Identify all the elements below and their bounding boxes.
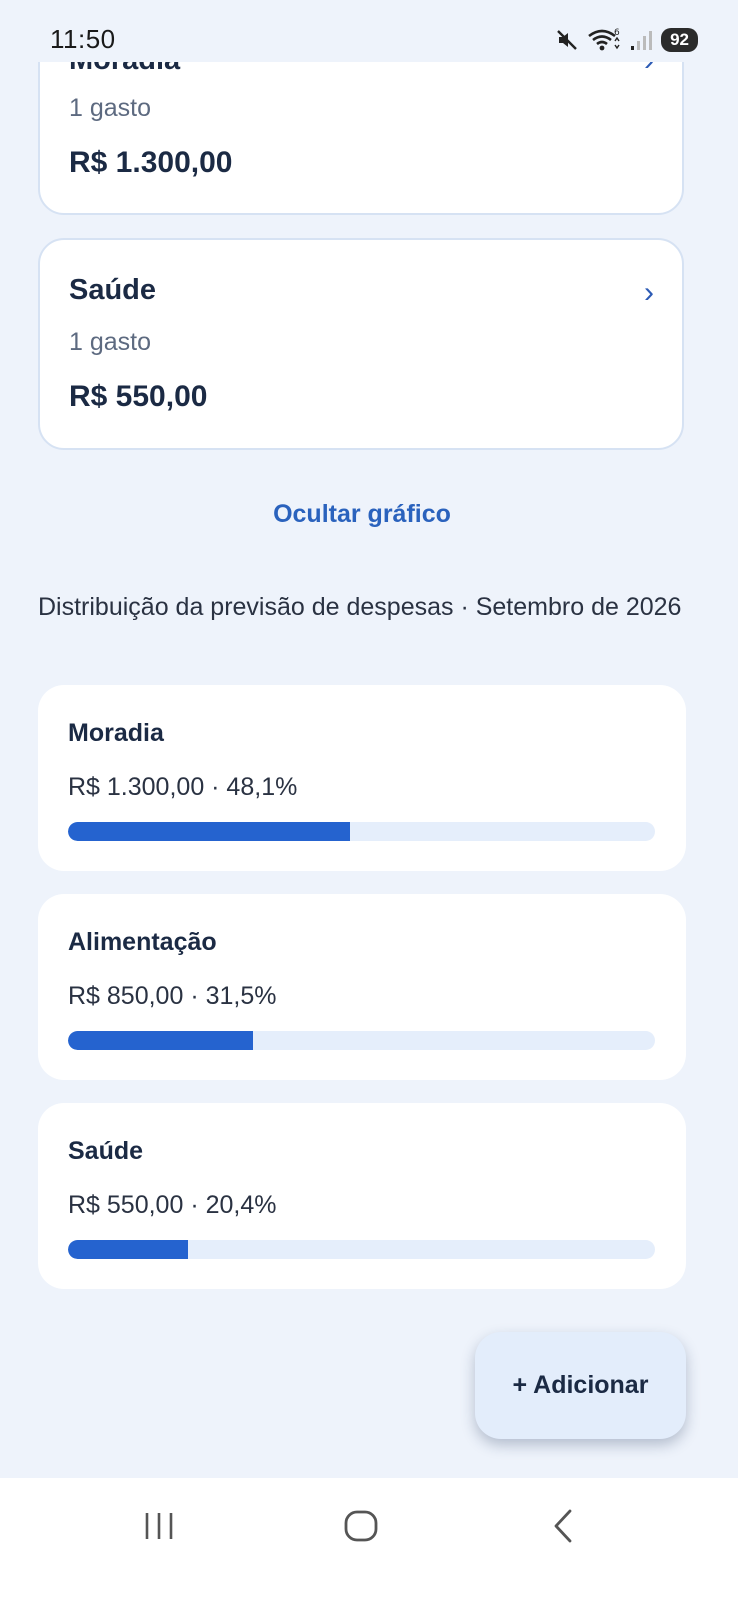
- signal-icon: [631, 31, 653, 50]
- distribution-card-alimentacao: Alimentação R$ 850,00 · 31,5%: [38, 894, 686, 1080]
- status-time: 11:50: [50, 24, 116, 54]
- status-icons: 6 92: [555, 26, 698, 54]
- recents-icon: [145, 1513, 173, 1539]
- distribution-card-moradia: Moradia R$ 1.300,00 · 48,1%: [38, 685, 686, 871]
- add-button[interactable]: + Adicionar: [475, 1332, 686, 1439]
- distribution-name: Saúde: [68, 1137, 144, 1165]
- category-count: 1 gasto: [69, 328, 152, 356]
- progress-bar: [68, 1240, 655, 1259]
- chevron-right-icon: ›: [644, 276, 654, 309]
- category-count: 1 gasto: [69, 94, 152, 122]
- toggle-chart-button[interactable]: Ocultar gráfico: [0, 500, 724, 529]
- distribution-card-saude: Saúde R$ 550,00 · 20,4%: [38, 1103, 686, 1289]
- distribution-value: R$ 550,00 · 20,4%: [68, 1191, 277, 1219]
- progress-bar: [68, 1031, 655, 1050]
- distribution-value: R$ 850,00 · 31,5%: [68, 982, 277, 1010]
- distribution-name: Alimentação: [68, 928, 217, 956]
- progress-bar-fill: [68, 1031, 253, 1050]
- distribution-name: Moradia: [68, 719, 164, 747]
- wifi-icon: 6: [588, 28, 620, 51]
- home-icon: [344, 1510, 378, 1542]
- category-total: R$ 1.300,00: [69, 146, 233, 179]
- back-button[interactable]: [528, 1506, 598, 1546]
- system-nav-bar: [0, 1478, 738, 1600]
- category-total: R$ 550,00: [69, 380, 208, 413]
- distribution-title: Distribuição da previsão de despesas · S…: [38, 593, 682, 621]
- status-bar: 11:50 6 92: [0, 0, 738, 62]
- battery-icon: 92: [661, 28, 698, 52]
- back-icon: [554, 1509, 572, 1543]
- progress-bar-fill: [68, 1240, 188, 1259]
- category-name: Saúde: [69, 274, 157, 306]
- mute-icon: [557, 30, 577, 50]
- home-button[interactable]: [326, 1506, 396, 1546]
- progress-bar-fill: [68, 822, 351, 841]
- recents-button[interactable]: [124, 1506, 194, 1546]
- progress-bar: [68, 822, 655, 841]
- category-card-saude[interactable]: Saúde › 1 gasto R$ 550,00: [38, 238, 684, 450]
- distribution-value: R$ 1.300,00 · 48,1%: [68, 773, 298, 801]
- svg-text:6: 6: [614, 28, 620, 38]
